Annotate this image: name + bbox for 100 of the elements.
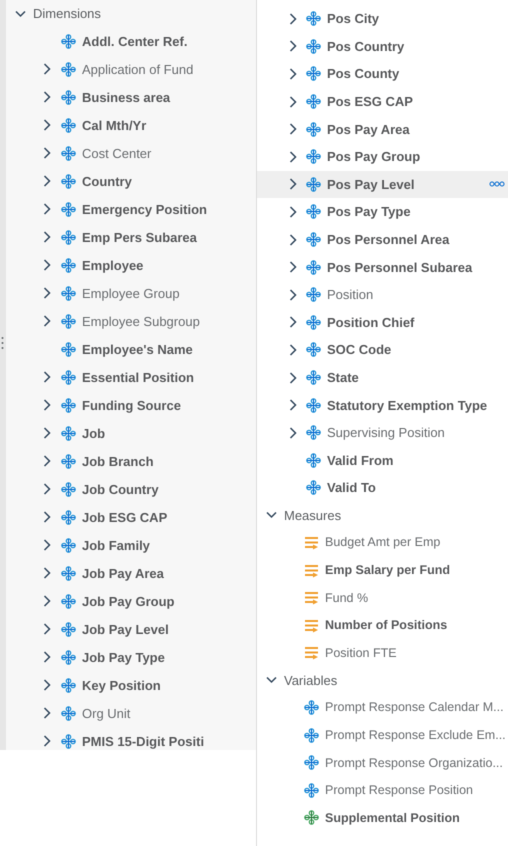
field-item[interactable]: Employee xyxy=(6,251,256,279)
field-item[interactable]: Job Country xyxy=(6,475,256,503)
chevron-right-icon[interactable] xyxy=(289,68,297,80)
chevron-right-icon[interactable] xyxy=(43,399,51,411)
section-header[interactable]: Variables xyxy=(257,666,508,694)
field-item[interactable]: PMIS 15-Digit Positi xyxy=(6,727,256,755)
chevron-right-icon[interactable] xyxy=(289,372,297,384)
field-item[interactable]: Pos Country xyxy=(257,32,508,60)
section-header[interactable]: Dimensions xyxy=(6,0,256,27)
chevron-right-icon[interactable] xyxy=(289,123,297,136)
chevron-right-icon[interactable] xyxy=(43,567,51,579)
drag-handle[interactable] xyxy=(1,336,4,350)
chevron-right-icon[interactable] xyxy=(289,316,297,328)
field-item[interactable]: Position FTE xyxy=(257,639,508,667)
field-item[interactable]: Prompt Response Exclude Em... xyxy=(257,721,508,749)
field-item[interactable]: Number of Positions xyxy=(257,611,508,640)
chevron-right-icon[interactable] xyxy=(43,707,51,719)
chevron-right-icon[interactable] xyxy=(43,623,51,635)
field-item[interactable]: Job Pay Type xyxy=(6,643,256,671)
chevron-right-icon[interactable] xyxy=(43,511,51,523)
field-item[interactable]: Employee's Name xyxy=(6,335,256,363)
field-item[interactable]: Employee Subgroup xyxy=(6,307,256,335)
field-item[interactable]: Fund % xyxy=(257,584,508,612)
chevron-right-icon[interactable] xyxy=(43,651,51,663)
field-item[interactable]: Valid To xyxy=(257,474,508,502)
field-item[interactable]: Job Family xyxy=(6,531,256,559)
chevron-right-icon[interactable] xyxy=(289,344,297,356)
chevron-right-icon[interactable] xyxy=(289,234,297,246)
field-item[interactable]: Cost Center xyxy=(6,139,256,167)
field-item[interactable]: Supervising Position xyxy=(257,418,508,446)
section-header[interactable]: Measures xyxy=(257,502,508,529)
field-item[interactable]: Position Chief xyxy=(257,308,508,336)
field-item[interactable]: Pos ESG CAP xyxy=(257,88,508,116)
field-item[interactable]: Pos Personnel Area xyxy=(257,226,508,254)
chevron-right-icon[interactable] xyxy=(43,287,51,299)
field-item[interactable]: Job xyxy=(6,419,256,447)
chevron-right-icon[interactable] xyxy=(43,427,51,439)
chevron-right-icon[interactable] xyxy=(289,12,297,25)
chevron-right-icon[interactable] xyxy=(43,539,51,551)
field-item[interactable]: Prompt Response Organizatio... xyxy=(257,748,508,776)
chevron-right-icon[interactable] xyxy=(43,259,51,271)
field-item[interactable]: Org Unit xyxy=(6,699,256,727)
chevron-right-icon[interactable] xyxy=(289,96,297,108)
chevron-right-icon[interactable] xyxy=(289,40,297,52)
field-item[interactable]: Pos City xyxy=(257,5,508,33)
chevron-right-icon[interactable] xyxy=(43,679,51,691)
chevron-right-icon[interactable] xyxy=(43,231,51,243)
field-item[interactable]: State xyxy=(257,364,508,392)
field-item[interactable]: Pos Pay Type xyxy=(257,198,508,226)
field-item[interactable]: Employee Group xyxy=(6,279,256,307)
chevron-right-icon[interactable] xyxy=(43,735,51,747)
field-item[interactable]: Emp Pers Subarea xyxy=(6,223,256,251)
chevron-right-icon[interactable] xyxy=(289,426,297,439)
field-item[interactable]: Position xyxy=(257,280,508,309)
field-item[interactable]: Pos Pay Group xyxy=(257,142,508,171)
chevron-right-icon[interactable] xyxy=(43,147,51,159)
chevron-right-icon[interactable] xyxy=(43,119,51,131)
field-item[interactable]: Pos Pay Level xyxy=(257,170,508,198)
field-item[interactable]: Job ESG CAP xyxy=(6,503,256,531)
chevron-right-icon[interactable] xyxy=(43,91,51,103)
field-item[interactable]: Valid From xyxy=(257,446,508,474)
field-item[interactable]: Job Pay Area xyxy=(6,559,256,587)
field-item[interactable]: Funding Source xyxy=(6,391,256,419)
field-item[interactable]: Job Branch xyxy=(6,447,256,475)
chevron-down-icon[interactable] xyxy=(15,10,26,18)
chevron-right-icon[interactable] xyxy=(43,315,51,327)
field-item[interactable]: Essential Position xyxy=(6,363,256,391)
chevron-right-icon[interactable] xyxy=(43,203,51,215)
field-item[interactable]: Key Position xyxy=(6,671,256,699)
field-item[interactable]: Pos Pay Area xyxy=(257,115,508,143)
chevron-right-icon[interactable] xyxy=(43,175,51,187)
field-item[interactable]: Country xyxy=(6,167,256,195)
chevron-right-icon[interactable] xyxy=(289,288,297,301)
chevron-down-icon[interactable] xyxy=(266,511,277,520)
field-item[interactable]: Cal Mth/Yr xyxy=(6,111,256,139)
chevron-right-icon[interactable] xyxy=(43,595,51,607)
field-item[interactable]: Budget Amt per Emp xyxy=(257,528,508,556)
field-item[interactable]: Prompt Response Calendar M... xyxy=(257,694,508,722)
field-item[interactable]: Pos County xyxy=(257,60,508,88)
chevron-right-icon[interactable] xyxy=(289,261,297,274)
field-item[interactable]: Supplemental Position xyxy=(257,804,508,832)
chevron-right-icon[interactable] xyxy=(43,483,51,495)
more-icon[interactable] xyxy=(489,180,505,187)
field-item[interactable]: Job Pay Group xyxy=(6,587,256,615)
chevron-right-icon[interactable] xyxy=(43,63,51,75)
field-item[interactable]: Business area xyxy=(6,83,256,111)
chevron-right-icon[interactable] xyxy=(289,150,297,163)
chevron-right-icon[interactable] xyxy=(43,371,51,383)
field-item[interactable]: SOC Code xyxy=(257,336,508,364)
field-item[interactable]: Pos Personnel Subarea xyxy=(257,253,508,281)
chevron-right-icon[interactable] xyxy=(289,399,297,412)
field-item[interactable]: Prompt Response Position xyxy=(257,776,508,804)
field-item[interactable]: Emergency Position xyxy=(6,195,256,223)
chevron-right-icon[interactable] xyxy=(289,206,297,218)
field-item[interactable]: Job Pay Level xyxy=(6,615,256,643)
field-item[interactable]: Application of Fund xyxy=(6,55,256,83)
field-item[interactable]: Emp Salary per Fund xyxy=(257,556,508,584)
chevron-right-icon[interactable] xyxy=(289,178,297,190)
field-item[interactable]: Statutory Exemption Type xyxy=(257,391,508,419)
chevron-down-icon[interactable] xyxy=(266,676,277,684)
